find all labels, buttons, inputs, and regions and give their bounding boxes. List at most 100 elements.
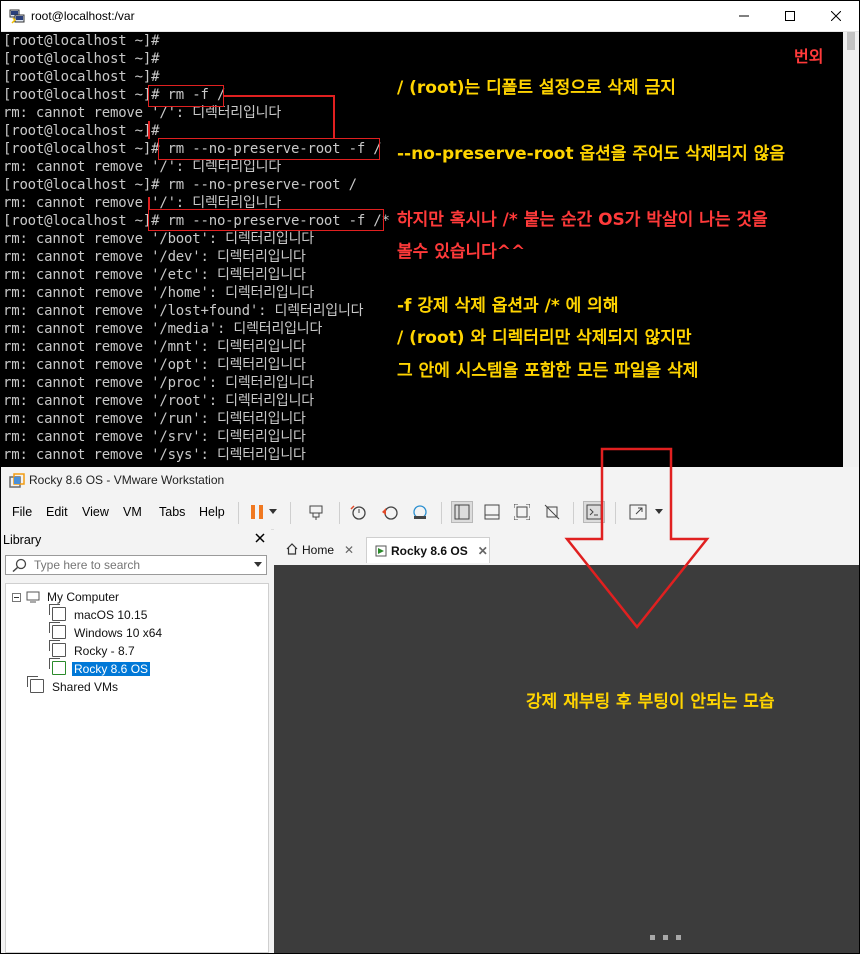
tree-item-rocky-87[interactable]: Rocky - 8.7 bbox=[49, 640, 137, 660]
toolbar-separator bbox=[238, 502, 239, 524]
snapshot-button[interactable] bbox=[348, 501, 370, 523]
annotation-note1: / (root)는 디폴트 설정으로 삭제 금지 bbox=[397, 78, 676, 98]
window-controls bbox=[721, 1, 859, 31]
power-dropdown[interactable] bbox=[267, 501, 279, 523]
tree-item-rocky-86[interactable]: Rocky 8.6 OS bbox=[49, 658, 151, 678]
close-icon bbox=[831, 11, 841, 21]
shared-vms-icon bbox=[27, 676, 44, 693]
menu-view[interactable]: View bbox=[82, 505, 109, 519]
maximize-button[interactable] bbox=[767, 1, 813, 31]
highlight-box-no-preserve-root bbox=[158, 138, 380, 160]
vmware-logo-icon bbox=[9, 473, 25, 488]
chevron-down-icon[interactable] bbox=[254, 562, 262, 567]
chevron-down-icon bbox=[269, 509, 277, 514]
terminal-line: [root@localhost ~]# bbox=[3, 33, 160, 49]
menu-file[interactable]: File bbox=[12, 505, 32, 519]
tab-rocky-86[interactable]: Rocky 8.6 OS ✕ bbox=[366, 537, 490, 563]
network-icon bbox=[309, 505, 323, 520]
pause-button[interactable] bbox=[246, 501, 268, 523]
terminal-window: root@localhost:/var [root@localhost ~]# … bbox=[1, 1, 859, 467]
vm-icon bbox=[49, 640, 66, 657]
toolbar-separator bbox=[339, 502, 340, 524]
tree-label: Windows 10 x64 bbox=[74, 626, 163, 640]
close-tab-icon[interactable]: ✕ bbox=[478, 544, 488, 558]
connector-line bbox=[224, 95, 334, 97]
screenshot-frame: root@localhost:/var [root@localhost ~]# … bbox=[0, 0, 860, 954]
snapshot-manager-button[interactable] bbox=[409, 501, 431, 523]
vmware-title: Rocky 8.6 OS - VMware Workstation bbox=[29, 473, 225, 487]
computer-icon bbox=[26, 591, 40, 603]
terminal-line: [root@localhost ~]# rm --no-preserve-roo… bbox=[3, 177, 357, 193]
tab-home[interactable]: Home ✕ bbox=[278, 537, 362, 563]
annotation-note3b: 볼수 있습니다^^ bbox=[397, 242, 526, 262]
scrollbar-thumb[interactable] bbox=[847, 32, 855, 50]
home-icon bbox=[286, 543, 298, 555]
toolbar-separator bbox=[290, 502, 291, 524]
library-close-button[interactable] bbox=[255, 531, 265, 547]
library-header: Library bbox=[3, 533, 42, 547]
library-panel: Library My Computer macOS 10.15 Windows … bbox=[1, 529, 271, 953]
terminal-line: rm: cannot remove '/dev': 디렉터리입니다 bbox=[3, 249, 306, 265]
close-tab-icon[interactable]: ✕ bbox=[344, 543, 354, 557]
library-tree: My Computer macOS 10.15 Windows 10 x64 R… bbox=[5, 583, 269, 953]
vmware-window: Rocky 8.6 OS - VMware Workstation File E… bbox=[1, 467, 859, 953]
minimize-icon bbox=[739, 15, 749, 17]
down-arrow-annotation bbox=[564, 447, 710, 630]
boot-progress-dots bbox=[650, 935, 681, 940]
connector-line bbox=[333, 95, 335, 139]
tree-label: Rocky 8.6 OS bbox=[72, 662, 151, 676]
terminal-line: rm: cannot remove '/': 디렉터리입니다 bbox=[3, 159, 282, 175]
highlight-box-rm-f bbox=[148, 85, 224, 107]
annotation-note4b: / (root) 와 디렉터리만 삭제되지 않지만 bbox=[397, 328, 692, 348]
annotation-note3a: 하지만 혹시나 /* 붙는 순간 OS가 박살이 나는 것을 bbox=[397, 210, 768, 230]
library-search-input[interactable] bbox=[34, 557, 244, 573]
maximize-icon bbox=[785, 11, 795, 21]
search-icon bbox=[12, 558, 27, 572]
full-screen-button[interactable] bbox=[511, 501, 533, 523]
tree-label: Rocky - 8.7 bbox=[74, 644, 135, 658]
tab-label: Rocky 8.6 OS bbox=[391, 544, 468, 558]
menu-tabs[interactable]: Tabs bbox=[159, 505, 185, 519]
terminal-line: rm: cannot remove '/root': 디렉터리입니다 bbox=[3, 393, 314, 409]
terminal-line: rm: cannot remove '/run': 디렉터리입니다 bbox=[3, 411, 306, 427]
vmware-menubar: File Edit View VM Tabs Help bbox=[1, 495, 859, 530]
menu-help[interactable]: Help bbox=[199, 505, 225, 519]
sidebar-icon bbox=[454, 504, 470, 520]
unity-button[interactable] bbox=[541, 501, 563, 523]
vmware-titlebar: Rocky 8.6 OS - VMware Workstation bbox=[1, 467, 859, 495]
terminal-line: rm: cannot remove '/mnt': 디렉터리입니다 bbox=[3, 339, 306, 355]
toolbar-separator bbox=[441, 502, 442, 524]
terminal-line: [root@localhost ~]# bbox=[3, 123, 160, 139]
show-library-button[interactable] bbox=[451, 501, 473, 523]
vm-icon bbox=[49, 622, 66, 639]
annotation-extra: 번외 bbox=[794, 47, 824, 66]
revert-snapshot-icon bbox=[382, 506, 398, 520]
vm-icon bbox=[49, 604, 66, 621]
terminal-line: rm: cannot remove '/media': 디렉터리입니다 bbox=[3, 321, 323, 337]
menu-vm[interactable]: VM bbox=[123, 505, 142, 519]
terminal-line: rm: cannot remove '/boot': 디렉터리입니다 bbox=[3, 231, 314, 247]
terminal-title: root@localhost:/var bbox=[31, 9, 135, 23]
terminal-titlebar: root@localhost:/var bbox=[1, 1, 859, 32]
close-icon bbox=[255, 533, 265, 543]
terminal-scrollbar[interactable] bbox=[843, 32, 859, 467]
close-button[interactable] bbox=[813, 1, 859, 31]
running-vm-icon bbox=[49, 658, 66, 675]
tree-item-macos[interactable]: macOS 10.15 bbox=[49, 604, 149, 624]
thumbnail-bar-button[interactable] bbox=[481, 501, 503, 523]
terminal-line: rm: cannot remove '/lost+found': 디렉터리입니다 bbox=[3, 303, 364, 319]
connector-line bbox=[148, 197, 150, 210]
revert-snapshot-button[interactable] bbox=[379, 501, 401, 523]
pause-icon bbox=[251, 505, 263, 519]
minimize-button[interactable] bbox=[721, 1, 767, 31]
terminal-line: rm: cannot remove '/home': 디렉터리입니다 bbox=[3, 285, 314, 301]
tree-label: macOS 10.15 bbox=[74, 608, 148, 622]
menu-edit[interactable]: Edit bbox=[46, 505, 68, 519]
library-search-box[interactable] bbox=[5, 555, 267, 575]
connector-line bbox=[148, 121, 150, 139]
send-ctrl-alt-del-button[interactable] bbox=[306, 501, 328, 523]
tree-item-my-computer[interactable]: My Computer bbox=[12, 588, 121, 606]
tree-item-windows10[interactable]: Windows 10 x64 bbox=[49, 622, 164, 642]
tree-item-shared-vms[interactable]: Shared VMs bbox=[27, 676, 120, 696]
terminal-line: rm: cannot remove '/sys': 디렉터리입니다 bbox=[3, 447, 306, 463]
